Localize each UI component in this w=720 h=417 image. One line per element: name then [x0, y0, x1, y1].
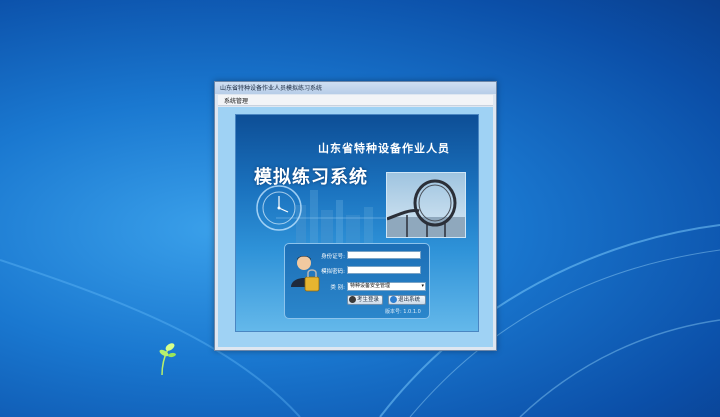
window-client-area: 山东省特种设备作业人员 模拟练习系统 身份证号: 模拟密码: 类 别: 特种设备… [218, 107, 493, 347]
windows-logo-plant-icon [159, 343, 176, 375]
id-number-input[interactable] [347, 251, 421, 259]
window-title: 山东省特种设备作业人员模拟练习系统 [220, 85, 323, 92]
login-button[interactable]: 考生登录 [347, 295, 383, 305]
category-select[interactable]: 特种设备安全管理 ▾ [347, 282, 426, 291]
menu-item-system-management[interactable]: 系统管理 [224, 96, 248, 105]
banner-title-line1: 山东省特种设备作业人员 [318, 142, 450, 155]
category-selected-value: 特种设备安全管理 [350, 283, 391, 289]
login-panel: 山东省特种设备作业人员 模拟练习系统 身份证号: 模拟密码: 类 别: 特种设备… [235, 114, 479, 332]
clock-graphic-icon [256, 185, 302, 231]
login-form: 身份证号: 模拟密码: 类 别: 特种设备安全管理 ▾ 考生登录 退出系统 版本… [284, 243, 430, 319]
login-button-label: 考生登录 [357, 297, 380, 303]
category-label: 类 别: [330, 285, 345, 291]
menu-bar: 系统管理 [218, 95, 493, 106]
chevron-down-icon[interactable]: ▾ [421, 283, 424, 290]
user-icon [349, 296, 356, 303]
password-input[interactable] [347, 266, 421, 274]
window-titlebar[interactable]: 山东省特种设备作业人员模拟练习系统 [215, 82, 496, 94]
power-icon [390, 296, 397, 303]
app-window: 山东省特种设备作业人员模拟练习系统 系统管理 山东省特种设备作业人员 模拟练习系… [214, 81, 497, 351]
id-number-label: 身份证号: [321, 254, 345, 260]
version-text: 版本号: 1.0.1.0 [385, 309, 421, 315]
password-label: 模拟密码: [321, 269, 345, 275]
exit-button-label: 退出系统 [398, 297, 421, 303]
roller-coaster-photo [386, 172, 466, 238]
user-lock-icon [291, 256, 320, 292]
exit-button[interactable]: 退出系统 [388, 295, 426, 305]
